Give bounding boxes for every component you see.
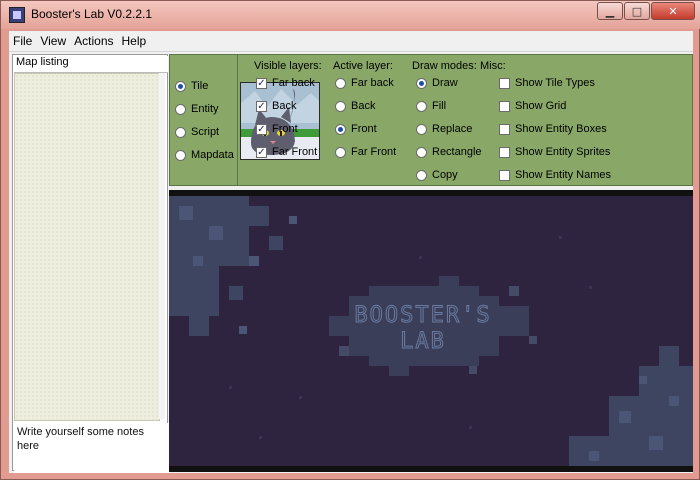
menu-actions[interactable]: Actions: [70, 34, 117, 48]
checkbox-icon[interactable]: [499, 169, 510, 181]
misc-show-tile-types[interactable]: Show Tile Types: [499, 77, 595, 89]
map-background-art: BOOSTER'S LAB: [169, 196, 693, 472]
minimize-button[interactable]: ▁: [597, 2, 623, 20]
radio-icon[interactable]: [416, 146, 427, 158]
checkbox-icon[interactable]: ✓: [256, 146, 267, 158]
checkbox-icon[interactable]: ✓: [256, 77, 267, 89]
mode-tile-label: Tile: [191, 80, 209, 92]
active-far-back-label: Far back: [351, 77, 394, 89]
draw-mode-fill-label: Fill: [432, 100, 447, 112]
radio-icon[interactable]: [175, 80, 186, 92]
logo-line-2: LAB: [400, 329, 446, 354]
visible-layers-header: Visible layers:: [254, 60, 322, 72]
mode-entity[interactable]: Entity: [175, 103, 219, 115]
visible-far-back-label: Far back: [272, 77, 315, 89]
map-listing-label: Map listing: [14, 56, 168, 73]
misc-show-grid[interactable]: Show Grid: [499, 100, 566, 112]
draw-mode-rectangle-label: Rectangle: [432, 146, 482, 158]
misc-show-entity-boxes[interactable]: Show Entity Boxes: [499, 123, 607, 135]
map-bottom-border: [169, 466, 693, 472]
menu-view[interactable]: View: [36, 34, 70, 48]
radio-icon[interactable]: [335, 146, 346, 158]
draw-mode-rectangle[interactable]: Rectangle: [416, 146, 482, 158]
logo-line-1: BOOSTER'S: [354, 303, 491, 328]
radio-icon[interactable]: [175, 126, 186, 138]
mode-script-label: Script: [191, 126, 220, 138]
close-icon: ✕: [668, 4, 678, 18]
mode-script[interactable]: Script: [175, 126, 219, 138]
visible-front[interactable]: ✓ Front: [256, 123, 298, 135]
active-layer-header: Active layer:: [333, 60, 393, 72]
radio-icon[interactable]: [175, 149, 186, 161]
menu-file[interactable]: File: [9, 34, 36, 48]
mode-mapdata-label: Mapdata: [191, 149, 234, 161]
misc-header: Misc:: [480, 60, 506, 72]
client-area: Map listing Write yourself some notes he…: [9, 52, 693, 473]
maximize-button[interactable]: □: [624, 2, 650, 20]
radio-icon[interactable]: [416, 100, 427, 112]
misc-show-entity-names-label: Show Entity Names: [515, 169, 611, 181]
mode-mapdata[interactable]: Mapdata: [175, 149, 234, 161]
active-far-front-label: Far Front: [351, 146, 397, 158]
radio-icon[interactable]: [335, 77, 346, 89]
left-panel: Map listing Write yourself some notes he…: [12, 54, 170, 473]
radio-icon[interactable]: [416, 77, 427, 89]
visible-front-label: Front: [272, 123, 298, 135]
radio-icon[interactable]: [416, 123, 427, 135]
checkbox-icon[interactable]: [499, 100, 510, 112]
window-title: Booster's Lab V0.2.2.1: [31, 7, 153, 21]
radio-icon[interactable]: [335, 100, 346, 112]
draw-mode-replace-label: Replace: [432, 123, 473, 135]
radio-icon[interactable]: [335, 123, 346, 135]
misc-show-entity-sprites-label: Show Entity Sprites: [515, 146, 611, 158]
menu-bar: File View Actions Help: [9, 31, 693, 52]
checkbox-icon[interactable]: ✓: [256, 100, 267, 112]
misc-show-entity-names[interactable]: Show Entity Names: [499, 169, 611, 181]
misc-show-grid-label: Show Grid: [515, 100, 567, 112]
active-far-back[interactable]: Far back: [335, 77, 394, 89]
window-controls: ▁ □ ✕: [596, 2, 695, 20]
checkbox-icon[interactable]: ✓: [256, 123, 267, 135]
draw-mode-fill[interactable]: Fill: [416, 100, 446, 112]
visible-back-label: Back: [272, 100, 297, 112]
map-listing-scrollbar[interactable]: [159, 73, 165, 419]
draw-mode-copy[interactable]: Copy: [416, 169, 458, 181]
app-window: Booster's Lab V0.2.2.1 ▁ □ ✕ File View A…: [0, 0, 700, 480]
mode-entity-label: Entity: [191, 103, 219, 115]
radio-icon[interactable]: [416, 169, 427, 181]
visible-back[interactable]: ✓ Back: [256, 100, 296, 112]
draw-mode-draw[interactable]: Draw: [416, 77, 458, 89]
active-far-front[interactable]: Far Front: [335, 146, 396, 158]
map-canvas[interactable]: BOOSTER'S LAB: [169, 190, 693, 472]
visible-far-front-label: Far Front: [272, 146, 318, 158]
map-listing[interactable]: [14, 73, 160, 421]
checkbox-icon[interactable]: [499, 77, 510, 89]
close-button[interactable]: ✕: [651, 2, 695, 20]
menu-help[interactable]: Help: [118, 34, 151, 48]
misc-show-entity-boxes-label: Show Entity Boxes: [515, 123, 607, 135]
active-front-label: Front: [351, 123, 377, 135]
app-icon: [9, 7, 25, 23]
active-back-label: Back: [351, 100, 376, 112]
active-front[interactable]: Front: [335, 123, 377, 135]
edit-mode-group: Tile Entity Script Mapdata: [170, 55, 238, 185]
mode-tile[interactable]: Tile: [175, 80, 208, 92]
active-back[interactable]: Back: [335, 100, 375, 112]
editor-toolbar: Tile Entity Script Mapdata Visible layer…: [169, 54, 693, 186]
draw-modes-header: Draw modes:: [412, 60, 477, 72]
minimize-icon: ▁: [605, 4, 615, 18]
checkbox-icon[interactable]: [499, 146, 510, 158]
title-bar[interactable]: Booster's Lab V0.2.2.1 ▁ □ ✕: [1, 1, 700, 29]
misc-show-entity-sprites[interactable]: Show Entity Sprites: [499, 146, 610, 158]
draw-mode-copy-label: Copy: [432, 169, 458, 181]
radio-icon[interactable]: [175, 103, 186, 115]
notes-textarea[interactable]: Write yourself some notes here: [14, 423, 170, 473]
checkbox-icon[interactable]: [499, 123, 510, 135]
misc-show-tile-types-label: Show Tile Types: [515, 77, 595, 89]
maximize-icon: □: [631, 4, 643, 18]
draw-mode-replace[interactable]: Replace: [416, 123, 472, 135]
visible-far-back[interactable]: ✓ Far back: [256, 77, 315, 89]
visible-far-front[interactable]: ✓ Far Front: [256, 146, 317, 158]
draw-mode-draw-label: Draw: [432, 77, 458, 89]
